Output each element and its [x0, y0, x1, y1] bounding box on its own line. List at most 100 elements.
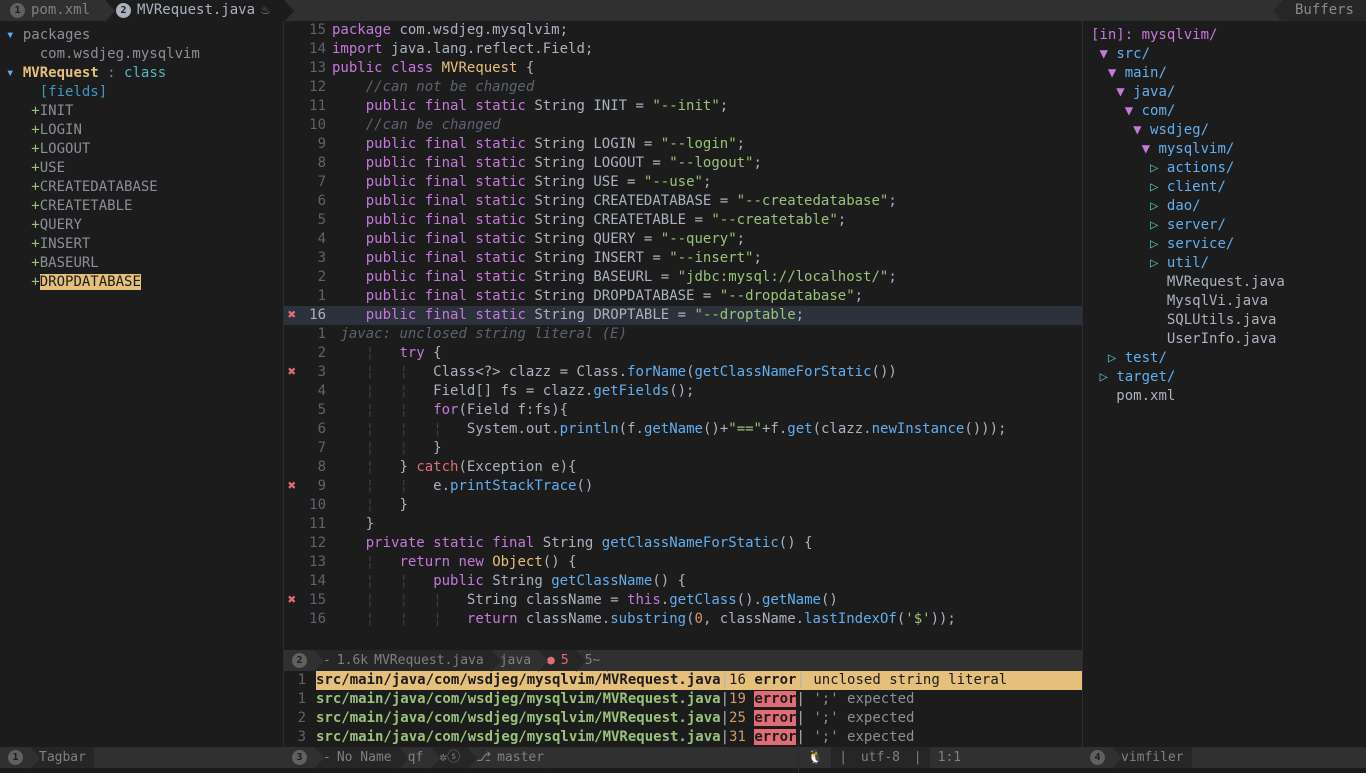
code-text[interactable]: javac: unclosed string literal (E) — [332, 325, 1082, 344]
filetree-dir[interactable]: ▼ com/ — [1083, 102, 1366, 121]
quickfix-entry[interactable]: 1src/main/java/com/wsdjeg/mysqlvim/MVReq… — [284, 690, 1082, 709]
code-text[interactable]: package com.wsdjeg.mysqlvim; — [332, 21, 1082, 40]
code-text[interactable]: ¦ ¦ ¦ String className = this.getClass()… — [332, 591, 1082, 610]
code-text[interactable]: public final static String QUERY = "--qu… — [332, 230, 1082, 249]
code-line[interactable]: 7 ¦ ¦ } — [284, 439, 1082, 458]
code-line[interactable]: 8 ¦ } catch(Exception e){ — [284, 458, 1082, 477]
code-text[interactable]: ¦ ¦ Field[] fs = clazz.getFields(); — [332, 382, 1082, 401]
filetree-dir[interactable]: ▷ client/ — [1083, 178, 1366, 197]
outline-field-init[interactable]: +INIT — [0, 102, 283, 121]
code-line[interactable]: 10 //can be changed — [284, 116, 1082, 135]
code-line[interactable]: 4 public final static String QUERY = "--… — [284, 230, 1082, 249]
code-text[interactable]: public final static String INIT = "--ini… — [332, 97, 1082, 116]
filetree-file[interactable]: UserInfo.java — [1083, 330, 1366, 349]
code-line[interactable]: ✖9 ¦ ¦ e.printStackTrace() — [284, 477, 1082, 496]
code-line[interactable]: 11 } — [284, 515, 1082, 534]
code-line[interactable]: ✖16 public final static String DROPTABLE… — [284, 306, 1082, 325]
code-line[interactable]: 2 public final static String BASEURL = "… — [284, 268, 1082, 287]
code-line[interactable]: 2 ¦ try { — [284, 344, 1082, 363]
filetree-dir[interactable]: ▼ src/ — [1083, 45, 1366, 64]
code-text[interactable]: public final static String LOGIN = "--lo… — [332, 135, 1082, 154]
code-line[interactable]: 1 javac: unclosed string literal (E) — [284, 325, 1082, 344]
code-line[interactable]: 1 public final static String DROPDATABAS… — [284, 287, 1082, 306]
code-text[interactable]: public final static String DROPTABLE = "… — [332, 306, 1082, 325]
code-line[interactable]: 4 ¦ ¦ Field[] fs = clazz.getFields(); — [284, 382, 1082, 401]
code-text[interactable]: public final static String BASEURL = "jd… — [332, 268, 1082, 287]
filetree-file[interactable]: MysqlVi.java — [1083, 292, 1366, 311]
code-text[interactable]: public final static String CREATETABLE =… — [332, 211, 1082, 230]
outline-packages[interactable]: ▾ packages — [0, 26, 283, 45]
filetree-dir[interactable]: ▷ dao/ — [1083, 197, 1366, 216]
code-text[interactable]: ¦ return new Object() { — [332, 553, 1082, 572]
quickfix-entry[interactable]: 1src/main/java/com/wsdjeg/mysqlvim/MVReq… — [284, 671, 1082, 690]
code-text[interactable]: } — [332, 515, 1082, 534]
code-text[interactable]: ¦ try { — [332, 344, 1082, 363]
outline-package-name[interactable]: com.wsdjeg.mysqlvim — [0, 45, 283, 64]
code-text[interactable]: ¦ ¦ for(Field f:fs){ — [332, 401, 1082, 420]
outline-field-query[interactable]: +QUERY — [0, 216, 283, 235]
code-text[interactable]: ¦ } catch(Exception e){ — [332, 458, 1082, 477]
code-line[interactable]: 5 public final static String CREATETABLE… — [284, 211, 1082, 230]
code-line[interactable]: 14import java.lang.reflect.Field; — [284, 40, 1082, 59]
filetree-dir[interactable]: ▼ java/ — [1083, 83, 1366, 102]
code-line[interactable]: 5 ¦ ¦ for(Field f:fs){ — [284, 401, 1082, 420]
code-text[interactable]: public final static String DROPDATABASE … — [332, 287, 1082, 306]
outline-field-insert[interactable]: +INSERT — [0, 235, 283, 254]
code-text[interactable]: //can not be changed — [332, 78, 1082, 97]
outline-field-login[interactable]: +LOGIN — [0, 121, 283, 140]
filetree-dir[interactable]: ▼ mysqlvim/ — [1083, 140, 1366, 159]
outline-class[interactable]: ▾ MVRequest : class — [0, 64, 283, 83]
filetree-dir[interactable]: ▷ actions/ — [1083, 159, 1366, 178]
code-text[interactable]: public final static String CREATEDATABAS… — [332, 192, 1082, 211]
filetree-file[interactable]: SQLUtils.java — [1083, 311, 1366, 330]
quickfix-list[interactable]: 1src/main/java/com/wsdjeg/mysqlvim/MVReq… — [284, 671, 1082, 747]
tab-pom[interactable]: 1 pom.xml — [0, 0, 106, 21]
code-line[interactable]: ✖3 ¦ ¦ Class<?> clazz = Class.forName(ge… — [284, 363, 1082, 382]
code-line[interactable]: 12 //can not be changed — [284, 78, 1082, 97]
code-line[interactable]: 13public class MVRequest { — [284, 59, 1082, 78]
code-line[interactable]: 6 public final static String CREATEDATAB… — [284, 192, 1082, 211]
code-text[interactable]: import java.lang.reflect.Field; — [332, 40, 1082, 59]
code-text[interactable]: ¦ ¦ ¦ System.out.println(f.getName()+"==… — [332, 420, 1082, 439]
tab-mvrequest[interactable]: 2 MVRequest.java ♨ — [106, 0, 285, 21]
code-line[interactable]: 11 public final static String INIT = "--… — [284, 97, 1082, 116]
filetree-dir[interactable]: ▷ target/ — [1083, 368, 1366, 387]
code-text[interactable]: ¦ ¦ Class<?> clazz = Class.forName(getCl… — [332, 363, 1082, 382]
code-text[interactable]: public class MVRequest { — [332, 59, 1082, 78]
code-text[interactable]: ¦ ¦ } — [332, 439, 1082, 458]
outline-field-baseurl[interactable]: +BASEURL — [0, 254, 283, 273]
code-text[interactable]: public final static String LOGOUT = "--l… — [332, 154, 1082, 173]
filetree-file[interactable]: MVRequest.java — [1083, 273, 1366, 292]
code-line[interactable]: 8 public final static String LOGOUT = "-… — [284, 154, 1082, 173]
outline-fields-section[interactable]: [fields] — [0, 83, 283, 102]
filetree-dir[interactable]: ▷ test/ — [1083, 349, 1366, 368]
outline-field-use[interactable]: +USE — [0, 159, 283, 178]
filetree-dir[interactable]: ▼ main/ — [1083, 64, 1366, 83]
code-line[interactable]: 14 ¦ ¦ public String getClassName() { — [284, 572, 1082, 591]
code-text[interactable]: ¦ ¦ ¦ return className.substring(0, clas… — [332, 610, 1082, 629]
code-line[interactable]: 9 public final static String LOGIN = "--… — [284, 135, 1082, 154]
code-line[interactable]: 6 ¦ ¦ ¦ System.out.println(f.getName()+"… — [284, 420, 1082, 439]
outline-field-createdatabase[interactable]: +CREATEDATABASE — [0, 178, 283, 197]
filetree-dir[interactable]: ▷ util/ — [1083, 254, 1366, 273]
code-line[interactable]: 3 public final static String INSERT = "-… — [284, 249, 1082, 268]
code-text[interactable]: ¦ ¦ public String getClassName() { — [332, 572, 1082, 591]
code-text[interactable]: ¦ ¦ e.printStackTrace() — [332, 477, 1082, 496]
code-area[interactable]: 15package com.wsdjeg.mysqlvim;14import j… — [284, 21, 1082, 650]
code-line[interactable]: 15package com.wsdjeg.mysqlvim; — [284, 21, 1082, 40]
code-line[interactable]: 10 ¦ } — [284, 496, 1082, 515]
filetree-root[interactable]: [in]: mysqlvim/ — [1083, 26, 1366, 45]
filetree-dir[interactable]: ▷ service/ — [1083, 235, 1366, 254]
code-line[interactable]: ✖15 ¦ ¦ ¦ String className = this.getCla… — [284, 591, 1082, 610]
code-text[interactable]: private static final String getClassName… — [332, 534, 1082, 553]
filetree-dir[interactable]: ▼ wsdjeg/ — [1083, 121, 1366, 140]
code-line[interactable]: 13 ¦ return new Object() { — [284, 553, 1082, 572]
code-text[interactable]: public final static String USE = "--use"… — [332, 173, 1082, 192]
code-line[interactable]: 12 private static final String getClassN… — [284, 534, 1082, 553]
code-text[interactable]: ¦ } — [332, 496, 1082, 515]
filetree-dir[interactable]: ▷ server/ — [1083, 216, 1366, 235]
outline-field-logout[interactable]: +LOGOUT — [0, 140, 283, 159]
code-line[interactable]: 7 public final static String USE = "--us… — [284, 173, 1082, 192]
outline-field-createtable[interactable]: +CREATETABLE — [0, 197, 283, 216]
code-line[interactable]: 16 ¦ ¦ ¦ return className.substring(0, c… — [284, 610, 1082, 629]
